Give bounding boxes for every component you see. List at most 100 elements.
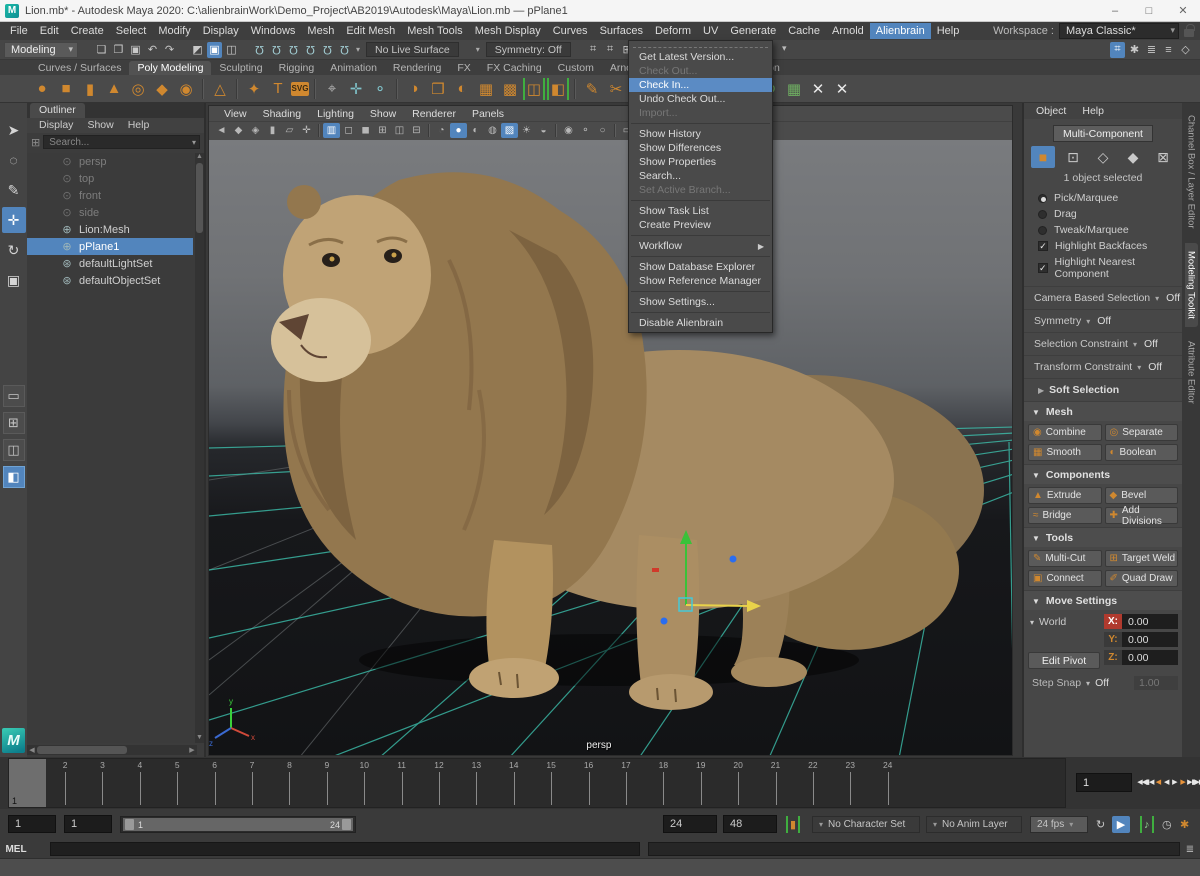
- uv-mode-icon[interactable]: ⊠: [1151, 146, 1175, 168]
- multi-component-button[interactable]: Multi-Component: [1053, 125, 1153, 142]
- shelf-tab-curves-surfaces[interactable]: Curves / Surfaces: [30, 61, 129, 75]
- menu-mesh-display[interactable]: Mesh Display: [469, 23, 547, 39]
- axis-orientation-dropdown[interactable]: ▾ World: [1028, 614, 1100, 630]
- default-material-icon[interactable]: ◔: [433, 123, 450, 138]
- textured-icon[interactable]: ◼: [357, 123, 374, 138]
- frame-cell[interactable]: 3: [84, 759, 121, 807]
- live-surface-field[interactable]: No Live Surface: [366, 42, 459, 57]
- tab-modeling-toolkit[interactable]: Modeling Toolkit: [1185, 243, 1198, 327]
- step-forward-frame-button[interactable]: ▶▮: [1187, 773, 1194, 791]
- outliner-item-persp[interactable]: ⊙ persp: [27, 153, 195, 170]
- playback-speed-icon[interactable]: ◷: [1162, 816, 1172, 833]
- maximize-button[interactable]: □: [1132, 0, 1166, 21]
- booleans-icon[interactable]: ◐: [451, 78, 473, 100]
- frame-cell[interactable]: 23: [832, 759, 869, 807]
- measure-icon[interactable]: ⚬: [369, 78, 391, 100]
- move-tool-icon[interactable]: ✛: [2, 207, 26, 233]
- layout-four-pane[interactable]: ⊞: [3, 412, 25, 434]
- step-snap-row[interactable]: Step Snap ▾ Off 1.00: [1024, 669, 1182, 690]
- menu-alienbrain[interactable]: Alienbrain: [870, 23, 931, 39]
- separator[interactable]: [631, 232, 770, 236]
- image-plane-icon[interactable]: ▱: [281, 123, 298, 138]
- axis-value[interactable]: 0.00: [1122, 632, 1178, 647]
- camera-based-selection-row[interactable]: Camera Based Selection ▾ Off: [1024, 286, 1182, 309]
- ab-show-settings[interactable]: Show Settings...: [629, 295, 772, 309]
- divider[interactable]: [396, 79, 398, 99]
- frame-cell[interactable]: 12: [420, 759, 457, 807]
- radio-pick-marquee[interactable]: Pick/Marquee: [1024, 190, 1182, 206]
- paint-select-tool-icon[interactable]: ✎: [2, 177, 26, 203]
- separator[interactable]: [631, 253, 770, 257]
- edit-pivot-button[interactable]: Edit Pivot: [1028, 652, 1100, 669]
- menu-set-selector[interactable]: Modeling: [4, 42, 78, 58]
- ab-workflow[interactable]: Workflow ▶: [629, 239, 772, 253]
- shelf-tab-fx-caching[interactable]: FX Caching: [479, 61, 550, 75]
- bridge-button[interactable]: ≈Bridge: [1028, 507, 1102, 524]
- select-camera-icon[interactable]: ◄: [213, 123, 230, 138]
- frame-cell[interactable]: 6: [196, 759, 233, 807]
- shelf-tab-poly-modeling[interactable]: Poly Modeling: [129, 61, 211, 75]
- range-slider[interactable]: 1 24: [120, 816, 356, 833]
- combine-button[interactable]: ◉Combine: [1028, 424, 1102, 441]
- outliner-vertical-scrollbar[interactable]: ▲ ▼: [195, 153, 204, 743]
- symmetry-field[interactable]: Symmetry: Off: [486, 42, 571, 57]
- animation-start-field[interactable]: 1: [8, 815, 56, 833]
- live-surface-caret[interactable]: ▾: [356, 45, 360, 54]
- axis-value[interactable]: 0.00: [1122, 614, 1178, 629]
- frame-cell[interactable]: 15: [532, 759, 569, 807]
- cached-playback-icon[interactable]: ▶: [1112, 816, 1130, 833]
- tear-off-handle[interactable]: [633, 43, 768, 48]
- scale-tool-icon[interactable]: ▣: [2, 267, 26, 293]
- mel-input-field[interactable]: [50, 842, 640, 856]
- ab-disable-alienbrain[interactable]: Disable Alienbrain: [629, 316, 772, 330]
- snap-point-icon[interactable]: Ω: [286, 42, 301, 58]
- menu-display[interactable]: Display: [197, 23, 245, 39]
- poly-cube-icon[interactable]: ■: [55, 78, 77, 100]
- frame-cell[interactable]: 5: [159, 759, 196, 807]
- multi-cut-button[interactable]: ✎Multi-Cut: [1028, 550, 1102, 567]
- frame-cell[interactable]: 4: [121, 759, 158, 807]
- divider[interactable]: [428, 124, 430, 137]
- add-divisions-button[interactable]: ✚Add Divisions: [1105, 507, 1179, 524]
- menu-cache[interactable]: Cache: [782, 23, 826, 39]
- cut-tool2-icon[interactable]: ✕: [831, 78, 853, 100]
- multi-pane-icon[interactable]: ⊞: [374, 123, 391, 138]
- frame-cell[interactable]: 19: [682, 759, 719, 807]
- poly-cylinder-icon[interactable]: ▮: [79, 78, 101, 100]
- frame-cell[interactable]: 9: [308, 759, 345, 807]
- divider[interactable]: [314, 79, 316, 99]
- step-forward-key-button[interactable]: ▶: [1179, 773, 1186, 791]
- rotate-tool-icon[interactable]: ↻: [2, 237, 26, 263]
- perspective-viewport[interactable]: ViewShadingLightingShowRendererPanels ◄◆…: [208, 105, 1013, 756]
- outliner-item-front[interactable]: ⊙ front: [27, 187, 195, 204]
- ab-show-properties[interactable]: Show Properties: [629, 155, 772, 169]
- go-to-start-button[interactable]: ◀◀: [1138, 773, 1145, 791]
- field-chart-icon[interactable]: ⚬: [577, 123, 594, 138]
- type-tool-icon[interactable]: T: [267, 78, 289, 100]
- minimize-button[interactable]: –: [1098, 0, 1132, 21]
- shelf-tab-rigging[interactable]: Rigging: [271, 61, 323, 75]
- anim-layer-dropdown[interactable]: ▾ No Anim Layer: [926, 816, 1022, 833]
- select-hierarchy-icon[interactable]: ◩: [190, 42, 205, 58]
- layout-outliner-persp[interactable]: ◧: [3, 466, 25, 488]
- undo-icon[interactable]: ↶: [145, 42, 160, 58]
- cut-tool-icon[interactable]: ✕: [807, 78, 829, 100]
- script-editor-icon[interactable]: ≣: [1183, 842, 1197, 856]
- ab-show-history[interactable]: Show History: [629, 127, 772, 141]
- smooth-shade-icon[interactable]: ●: [450, 123, 467, 138]
- frame-cell[interactable]: 7: [233, 759, 270, 807]
- outliner-filter-icon[interactable]: ⊞: [31, 136, 40, 149]
- outliner-menu-help[interactable]: Help: [122, 118, 156, 133]
- open-scene-icon[interactable]: ❐: [111, 42, 126, 58]
- super-shape-icon[interactable]: ✦: [243, 78, 265, 100]
- vp-menu-renderer[interactable]: Renderer: [405, 108, 463, 120]
- select-tool-icon[interactable]: ➤: [2, 117, 26, 143]
- divider[interactable]: [614, 124, 616, 137]
- frame-cell[interactable]: 16: [570, 759, 607, 807]
- ab-show-task-list[interactable]: Show Task List: [629, 204, 772, 218]
- menu-surfaces[interactable]: Surfaces: [594, 23, 649, 39]
- menu-modify[interactable]: Modify: [152, 23, 196, 39]
- range-start-handle[interactable]: [125, 819, 134, 830]
- tool-settings-toggle-icon[interactable]: ◇: [1178, 42, 1193, 58]
- construction-plane-icon[interactable]: ⌖: [321, 78, 343, 100]
